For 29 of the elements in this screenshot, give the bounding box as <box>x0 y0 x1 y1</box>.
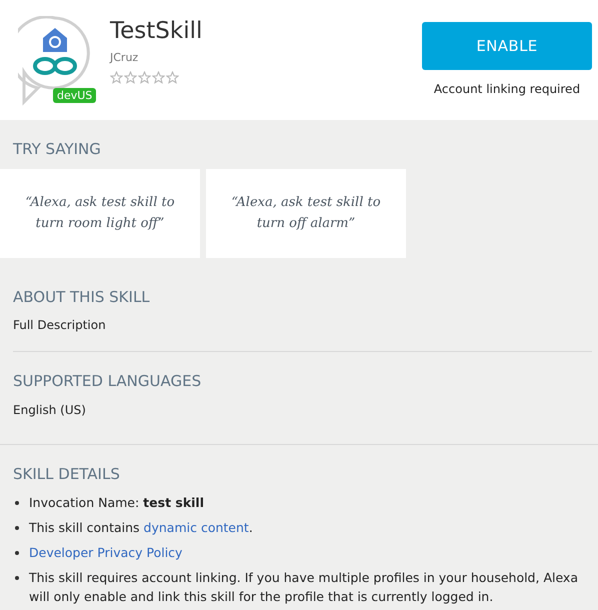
language-text: English (US) <box>13 402 86 418</box>
developer-name: JCruz <box>110 50 140 66</box>
detail-link[interactable]: Developer Privacy Policy <box>29 545 182 560</box>
bullet-icon <box>15 576 19 580</box>
section-title: TRY SAYING <box>13 139 101 160</box>
bullet-icon <box>15 526 19 530</box>
detail-link[interactable]: dynamic content <box>144 520 249 535</box>
section-title: SKILL DETAILS <box>13 464 120 484</box>
skill-title: TestSkill <box>110 17 202 46</box>
bullet-icon <box>15 551 19 555</box>
full-description-link[interactable]: Full Description <box>13 316 106 334</box>
enable-button[interactable]: ENABLE <box>422 22 592 70</box>
section-title: ABOUT THIS SKILL <box>13 286 150 308</box>
account-note: Account linking required <box>434 81 580 98</box>
region-badge: devUS <box>53 88 96 103</box>
star-icon <box>138 70 151 84</box>
bullet-icon <box>15 501 19 505</box>
detail-text: This skill contains <box>29 520 141 535</box>
section-title: SUPPORTED LANGUAGES <box>13 371 202 392</box>
detail-text: Invocation Name: test skill <box>29 495 204 510</box>
star-icon <box>166 70 179 84</box>
utterance-text: “Alexa, ask test skill to turn room light off” <box>24 194 176 233</box>
star-icon <box>110 70 123 84</box>
utterance-text: “Alexa, ask test skill to turn off alarm” <box>230 194 382 233</box>
detail-text: This skill requires account linking. If you have multiple profiles in your household, Alexa will only enable and link this skill for the profile that is currently logged in. <box>29 570 578 604</box>
star-icon <box>124 70 137 84</box>
detail-text: . <box>248 520 253 535</box>
skill-logo-icon <box>18 16 93 106</box>
star-icon <box>152 70 165 84</box>
